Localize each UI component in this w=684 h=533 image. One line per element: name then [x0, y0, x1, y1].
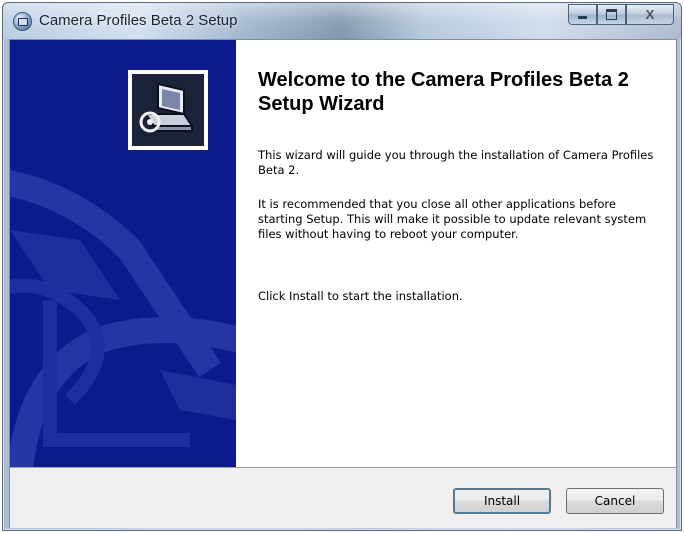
- setup-disc-icon: [13, 12, 32, 31]
- maximize-button[interactable]: [597, 4, 626, 25]
- install-button[interactable]: Install: [453, 488, 551, 514]
- minimize-icon: [578, 16, 587, 19]
- recommendation-paragraph: It is recommended that you close all oth…: [258, 197, 647, 241]
- instruction-paragraph: Click Install to start the installation.: [258, 289, 463, 303]
- cancel-button[interactable]: Cancel: [566, 488, 664, 514]
- title-bar[interactable]: Camera Profiles Beta 2 Setup X: [3, 3, 681, 39]
- welcome-heading: Welcome to the Camera Profiles Beta 2 Se…: [258, 69, 629, 115]
- intro-paragraph: This wizard will guide you through the i…: [258, 148, 654, 177]
- logo-frame: [126, 68, 210, 152]
- maximize-icon: [606, 9, 617, 20]
- wizard-sidebar-banner: [10, 40, 236, 467]
- wizard-client-area: Welcome to the Camera Profiles Beta 2 Se…: [9, 39, 677, 528]
- installer-window: Camera Profiles Beta 2 Setup X Welcome t…: [2, 2, 682, 531]
- close-button[interactable]: X: [626, 4, 674, 25]
- minimize-button[interactable]: [568, 4, 597, 25]
- caption-buttons: X: [568, 4, 674, 25]
- wizard-footer: Install Cancel: [10, 467, 676, 528]
- close-icon: X: [645, 7, 655, 22]
- computer-install-icon: [132, 74, 204, 146]
- wizard-content: Welcome to the Camera Profiles Beta 2 Se…: [236, 40, 676, 467]
- window-title: Camera Profiles Beta 2 Setup: [39, 12, 238, 29]
